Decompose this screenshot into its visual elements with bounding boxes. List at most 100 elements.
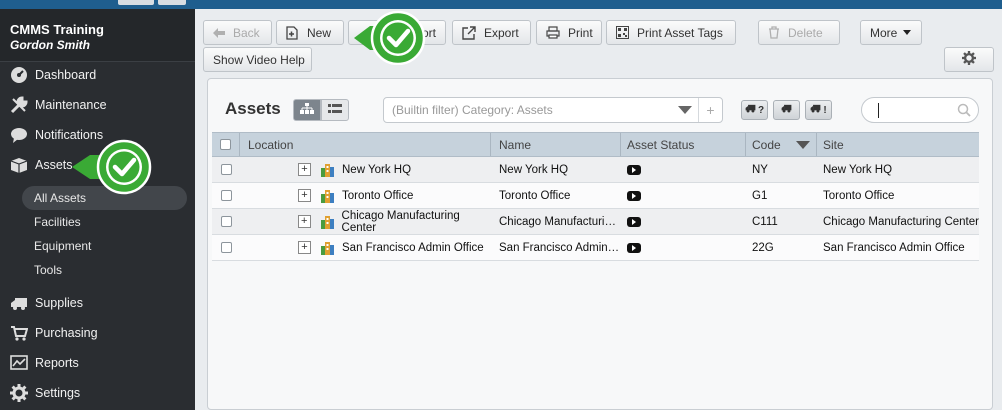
sidebar-item-label: Assets bbox=[35, 158, 73, 172]
column-header-code[interactable]: Code bbox=[746, 133, 817, 156]
truck-unknown-button[interactable]: ? bbox=[741, 100, 768, 120]
row-checkbox[interactable] bbox=[220, 164, 232, 175]
new-button[interactable]: New bbox=[276, 20, 344, 45]
filter-text: (Builtin filter) Category: Assets bbox=[392, 103, 553, 117]
delete-button[interactable]: Delete bbox=[758, 20, 840, 45]
truck-icon bbox=[810, 104, 821, 116]
cart-icon bbox=[10, 324, 28, 342]
select-all-checkbox[interactable] bbox=[220, 139, 231, 150]
app-name: CMMS Training bbox=[10, 22, 104, 37]
top-bar bbox=[0, 0, 1002, 9]
back-button[interactable]: Back bbox=[203, 20, 272, 45]
main-content: Back New ort Export Print Print Asset Ta… bbox=[195, 9, 1002, 410]
location-cell: + Chicago Manufacturing Center bbox=[240, 210, 491, 234]
building-icon bbox=[320, 241, 335, 255]
truck-alert-button[interactable]: ! bbox=[805, 100, 832, 120]
expand-icon[interactable]: + bbox=[298, 189, 311, 202]
location-name: New York HQ bbox=[342, 163, 412, 176]
grid-header: Location Name Asset Status Code Site bbox=[212, 132, 979, 157]
truck-button[interactable] bbox=[773, 100, 800, 120]
settings-button[interactable] bbox=[944, 47, 994, 72]
more-button[interactable]: More bbox=[860, 20, 922, 45]
asset-status-cell bbox=[621, 190, 746, 202]
truck-icon bbox=[745, 104, 756, 116]
search-input[interactable] bbox=[861, 97, 979, 123]
dashboard-icon bbox=[10, 66, 28, 84]
building-icon bbox=[320, 163, 335, 177]
location-name: Toronto Office bbox=[342, 189, 414, 202]
column-header-location[interactable]: Location bbox=[240, 133, 491, 156]
print-asset-tags-button[interactable]: Print Asset Tags bbox=[606, 20, 736, 45]
video-play-icon[interactable] bbox=[627, 242, 641, 253]
sidebar-subitem-tools[interactable]: Tools bbox=[22, 258, 187, 282]
back-label: Back bbox=[233, 25, 260, 40]
sidebar-subitem-equipment[interactable]: Equipment bbox=[22, 234, 187, 258]
expand-icon[interactable]: + bbox=[298, 163, 311, 176]
name-cell: San Francisco Admin O... bbox=[499, 241, 621, 254]
sidebar-item-label: Dashboard bbox=[35, 68, 97, 82]
video-play-icon[interactable] bbox=[627, 164, 641, 175]
row-select-cell bbox=[212, 242, 240, 253]
building-icon bbox=[320, 189, 335, 203]
column-header-asset-status[interactable]: Asset Status bbox=[621, 133, 746, 156]
location-cell: + Toronto Office bbox=[240, 189, 491, 203]
sidebar-item-dashboard[interactable]: Dashboard bbox=[0, 60, 195, 90]
show-video-help-button[interactable]: Show Video Help bbox=[203, 47, 312, 72]
truck-badge: ! bbox=[823, 104, 827, 116]
sidebar-item-label: Maintenance bbox=[35, 98, 107, 112]
checkmark-callout-icon bbox=[354, 10, 426, 65]
hierarchy-icon bbox=[300, 102, 314, 118]
row-checkbox[interactable] bbox=[220, 190, 232, 201]
text-cursor bbox=[878, 103, 879, 118]
select-all-cell bbox=[212, 133, 240, 156]
sidebar-item-supplies[interactable]: Supplies bbox=[0, 288, 195, 318]
code-cell: NY bbox=[752, 163, 768, 176]
export-button[interactable]: Export bbox=[452, 20, 531, 45]
export-label: Export bbox=[484, 25, 519, 40]
tree-view-button[interactable] bbox=[293, 99, 321, 121]
truck-icon bbox=[10, 294, 28, 312]
row-select-cell bbox=[212, 190, 240, 201]
assets-grid: Location Name Asset Status Code Site + Ne… bbox=[212, 132, 979, 261]
sidebar-item-label: Settings bbox=[35, 386, 81, 400]
sidebar-item-label: Supplies bbox=[35, 296, 83, 310]
name-cell: New York HQ bbox=[499, 163, 569, 176]
chevron-down-icon bbox=[678, 106, 692, 114]
video-play-icon[interactable] bbox=[627, 216, 641, 227]
top-bar-button[interactable] bbox=[118, 0, 154, 5]
column-header-name[interactable]: Name bbox=[491, 133, 621, 156]
location-cell: + New York HQ bbox=[240, 163, 491, 177]
new-document-icon bbox=[286, 25, 299, 40]
filter-select[interactable]: (Builtin filter) Category: Assets + bbox=[383, 97, 723, 123]
sidebar-item-reports[interactable]: Reports bbox=[0, 348, 195, 378]
sidebar-item-purchasing[interactable]: Purchasing bbox=[0, 318, 195, 348]
row-select-cell bbox=[212, 164, 240, 175]
table-row[interactable]: + San Francisco Admin Office San Francisco… bbox=[212, 235, 979, 261]
print-button[interactable]: Print bbox=[536, 20, 602, 45]
list-icon bbox=[328, 103, 342, 117]
table-row[interactable]: + Chicago Manufacturing Center Chicago Man… bbox=[212, 209, 979, 235]
column-header-code-label: Code bbox=[752, 137, 781, 152]
sidebar-item-maintenance[interactable]: Maintenance bbox=[0, 90, 195, 120]
table-row[interactable]: + Toronto Office Toronto Office G1 Toronto O… bbox=[212, 183, 979, 209]
video-play-icon[interactable] bbox=[627, 190, 641, 201]
site-cell: San Francisco Admin Office bbox=[823, 241, 965, 254]
name-cell: Toronto Office bbox=[499, 189, 571, 202]
boxes-icon bbox=[10, 156, 28, 174]
sidebar-item-settings[interactable]: Settings bbox=[0, 378, 195, 408]
top-bar-button[interactable] bbox=[158, 0, 186, 5]
sidebar-subitem-facilities[interactable]: Facilities bbox=[22, 210, 187, 234]
add-filter-button[interactable]: + bbox=[698, 98, 722, 122]
row-checkbox[interactable] bbox=[220, 242, 232, 253]
caret-down-icon bbox=[903, 30, 912, 35]
table-row[interactable]: + New York HQ New York HQ NY New York HQ bbox=[212, 157, 979, 183]
expand-icon[interactable]: + bbox=[298, 215, 311, 228]
truck-badge: ? bbox=[757, 104, 765, 116]
site-cell: New York HQ bbox=[823, 163, 893, 176]
list-view-button[interactable] bbox=[321, 99, 349, 121]
row-checkbox[interactable] bbox=[220, 216, 232, 227]
expand-icon[interactable]: + bbox=[298, 241, 311, 254]
panel-title: Assets bbox=[225, 99, 281, 118]
sidebar-item-label: Purchasing bbox=[35, 326, 98, 340]
column-header-site[interactable]: Site bbox=[817, 133, 979, 156]
